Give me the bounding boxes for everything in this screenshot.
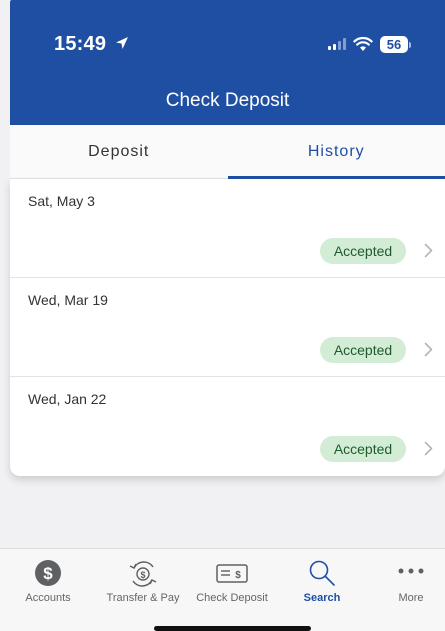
svg-text:$: $ bbox=[140, 570, 145, 580]
history-list: Sat, May 3 Accepted Wed, Mar 19 Accepted… bbox=[10, 179, 445, 476]
tab-history[interactable]: History bbox=[227, 125, 445, 179]
tab-deposit[interactable]: Deposit bbox=[10, 125, 228, 178]
transfer-icon: $ bbox=[129, 561, 157, 587]
svg-text:$: $ bbox=[43, 564, 53, 583]
header: 15:49 56 Check Deposit bbox=[10, 0, 445, 125]
chevron-right-icon bbox=[424, 342, 433, 357]
bottom-nav: $ Accounts $ Transfer & Pay $ Check Depo… bbox=[0, 548, 445, 631]
search-icon bbox=[309, 560, 335, 586]
svg-text:$: $ bbox=[235, 570, 241, 581]
deposit-date: Wed, Mar 19 bbox=[28, 292, 108, 308]
nav-label: More bbox=[398, 592, 424, 604]
nav-label: Transfer & Pay bbox=[106, 592, 180, 604]
wifi-icon bbox=[353, 36, 373, 51]
nav-label: Check Deposit bbox=[196, 592, 268, 604]
app-screen: 15:49 56 Check Deposit Deposit History S… bbox=[0, 0, 445, 631]
check-icon: $ bbox=[216, 564, 248, 583]
nav-label: Accounts bbox=[25, 592, 71, 604]
deposit-date: Sat, May 3 bbox=[28, 193, 95, 209]
home-indicator bbox=[154, 626, 311, 631]
signal-icon bbox=[328, 38, 346, 50]
nav-label: Search bbox=[303, 592, 341, 604]
nav-more[interactable]: More bbox=[366, 549, 445, 609]
deposit-date: Wed, Jan 22 bbox=[28, 391, 107, 407]
status-badge: Accepted bbox=[320, 436, 406, 462]
status-badge: Accepted bbox=[320, 238, 406, 264]
nav-check-deposit[interactable]: $ Check Deposit bbox=[187, 549, 277, 609]
dollar-circle-icon: $ bbox=[35, 560, 61, 586]
nav-search[interactable]: Search bbox=[277, 549, 367, 609]
battery-level: 56 bbox=[386, 37, 402, 52]
battery-icon: 56 bbox=[380, 36, 408, 53]
history-item[interactable]: Sat, May 3 Accepted bbox=[10, 179, 445, 278]
nav-transfer-pay[interactable]: $ Transfer & Pay bbox=[98, 549, 188, 609]
chevron-right-icon bbox=[424, 441, 433, 456]
page-title: Check Deposit bbox=[165, 90, 290, 111]
status-time: 15:49 bbox=[54, 33, 107, 55]
tab-bar: Deposit History bbox=[10, 125, 445, 179]
nav-accounts[interactable]: $ Accounts bbox=[3, 549, 93, 609]
history-item[interactable]: Wed, Jan 22 Accepted bbox=[10, 377, 445, 476]
location-arrow-icon bbox=[116, 37, 128, 49]
chevron-right-icon bbox=[424, 243, 433, 258]
status-bar: 15:49 56 bbox=[10, 30, 445, 60]
more-icon bbox=[398, 568, 424, 574]
status-badge: Accepted bbox=[320, 337, 406, 363]
battery-cap bbox=[409, 42, 411, 48]
history-item[interactable]: Wed, Mar 19 Accepted bbox=[10, 278, 445, 377]
